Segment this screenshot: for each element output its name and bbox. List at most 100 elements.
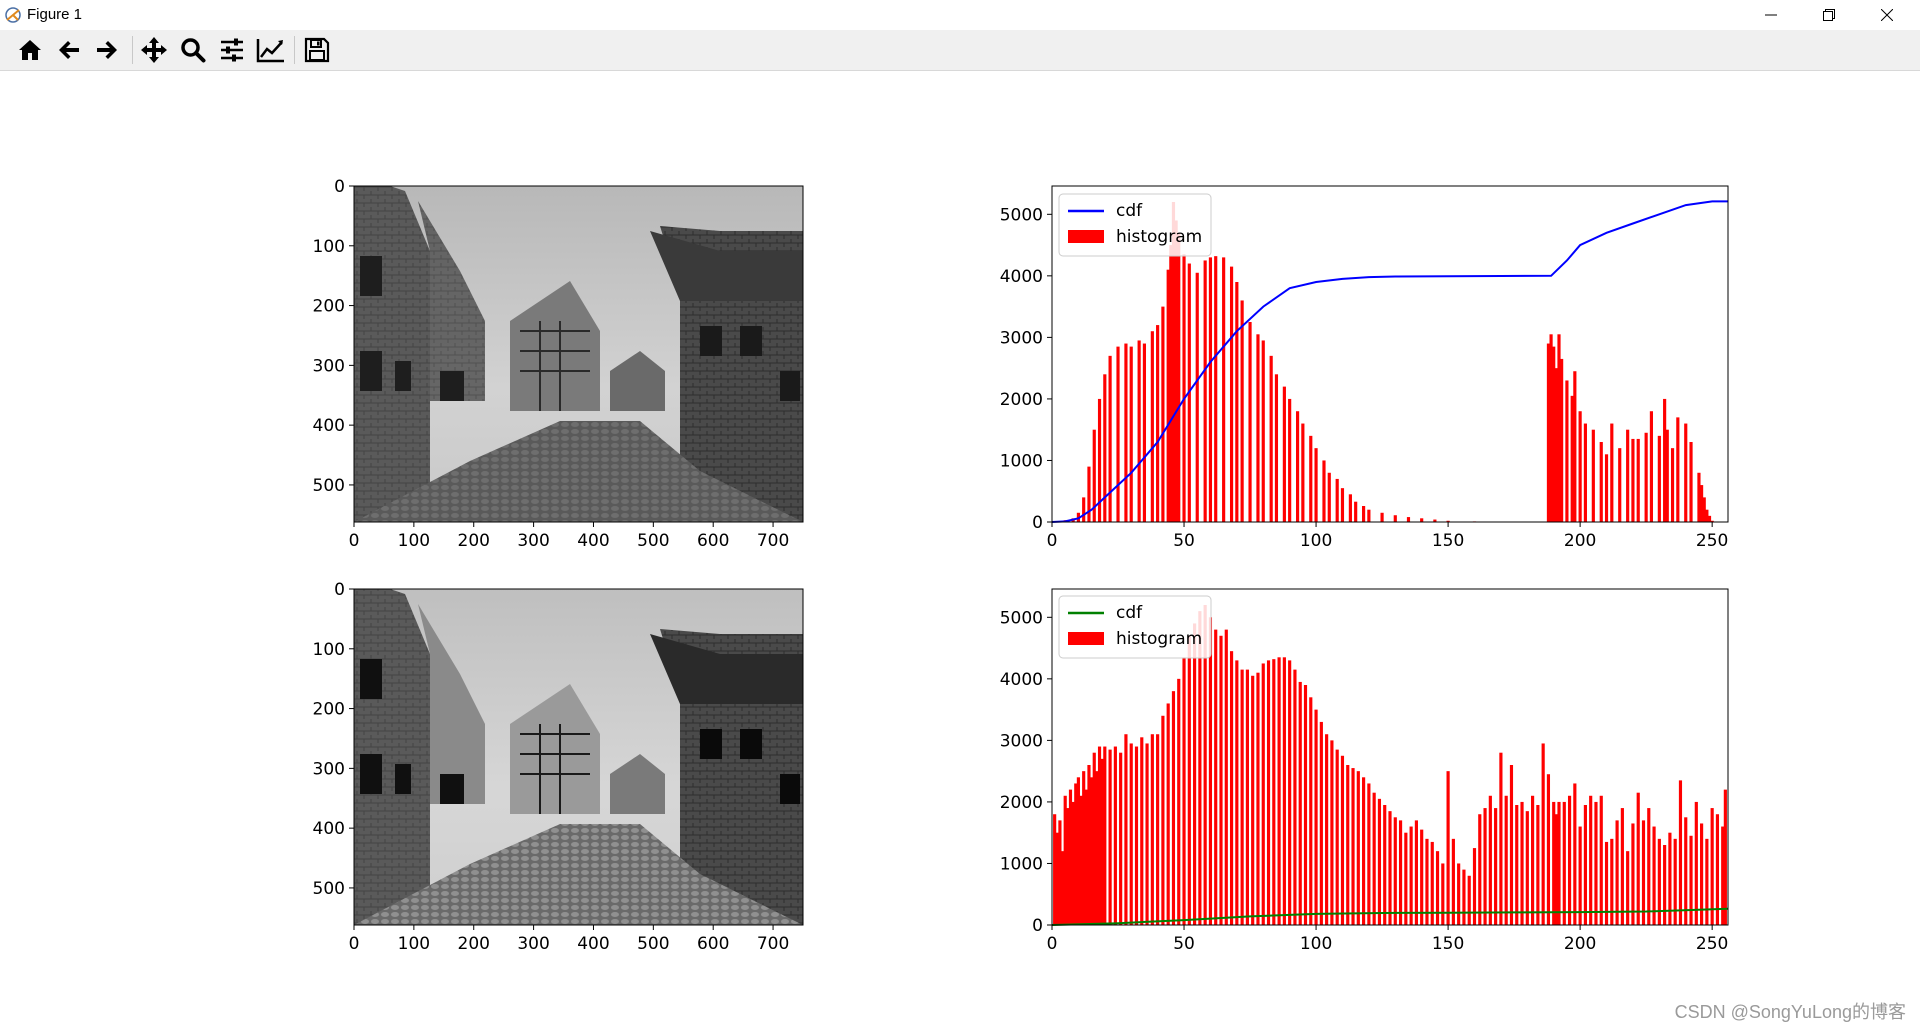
navigation-toolbar bbox=[0, 30, 1920, 71]
histogram-bar bbox=[1520, 801, 1524, 925]
subplots-config-button[interactable] bbox=[216, 34, 248, 66]
histogram-bar bbox=[1145, 743, 1149, 925]
histogram-bar bbox=[1636, 438, 1640, 522]
histogram-bar bbox=[1161, 306, 1165, 522]
histogram-bar bbox=[1214, 256, 1218, 522]
histogram-bar bbox=[1591, 429, 1595, 522]
histogram-bar bbox=[1488, 795, 1492, 925]
back-arrow-icon bbox=[59, 41, 79, 59]
y-tick-label: 300 bbox=[313, 759, 345, 779]
y-tick-label: 500 bbox=[313, 476, 345, 496]
histogram-bar bbox=[1367, 509, 1371, 522]
image-equalized bbox=[354, 589, 803, 925]
subplot-equalized-histogram: 0 50 100 150 200 250 0 1000 2000 3000 4000 5000 cd… bbox=[1000, 588, 1729, 954]
zoom-button[interactable] bbox=[177, 34, 209, 66]
x-tick-label: 200 bbox=[458, 934, 490, 954]
toolbar-separator bbox=[294, 36, 295, 64]
histogram-bar bbox=[1251, 675, 1255, 925]
x-tick-label: 300 bbox=[517, 934, 549, 954]
restore-button[interactable] bbox=[1800, 0, 1858, 30]
histogram-bar bbox=[1103, 746, 1107, 925]
histogram-bar bbox=[1142, 343, 1147, 522]
close-button[interactable] bbox=[1858, 0, 1916, 30]
save-button[interactable] bbox=[301, 34, 333, 66]
histogram-bar bbox=[1150, 331, 1154, 522]
subplots-config-icon bbox=[221, 38, 243, 62]
histogram-bar bbox=[1171, 691, 1176, 925]
histogram-bar bbox=[1562, 801, 1566, 925]
histogram-bar bbox=[1309, 435, 1313, 522]
y-axis-equalized-image: 0 100 200 300 400 500 bbox=[313, 580, 354, 899]
restore-icon bbox=[1823, 9, 1835, 21]
histogram-bar bbox=[1414, 820, 1418, 925]
x-tick-label: 150 bbox=[1432, 934, 1464, 954]
histogram-bar bbox=[1615, 820, 1619, 925]
histogram-bar bbox=[1604, 454, 1609, 522]
y-tick-label: 0 bbox=[334, 580, 345, 600]
histogram-bar bbox=[1309, 697, 1313, 925]
pan-button[interactable] bbox=[138, 34, 170, 66]
histogram-bar bbox=[1665, 429, 1669, 522]
histogram-bar bbox=[1710, 808, 1714, 925]
histogram-bar bbox=[1409, 826, 1413, 925]
histogram-bar bbox=[1298, 681, 1302, 925]
histogram-bar bbox=[1187, 635, 1191, 925]
histogram-bar bbox=[1327, 472, 1331, 522]
x-tick-label: 0 bbox=[1047, 934, 1058, 954]
histogram-bar bbox=[1441, 863, 1445, 925]
histogram-bar bbox=[1116, 346, 1120, 522]
histogram-bar bbox=[1705, 838, 1709, 925]
histogram-bar bbox=[1573, 371, 1577, 522]
home-button[interactable] bbox=[14, 34, 46, 66]
histogram-bar bbox=[1235, 660, 1239, 925]
x-tick-label: 200 bbox=[458, 531, 490, 551]
y-tick-label: 4000 bbox=[1000, 670, 1043, 690]
histogram-bar bbox=[1404, 832, 1408, 925]
forward-arrow-icon bbox=[97, 41, 117, 59]
minimize-button[interactable] bbox=[1742, 0, 1800, 30]
histogram-bar bbox=[1224, 629, 1228, 925]
histogram-bar bbox=[1203, 260, 1207, 522]
histogram-bar bbox=[1567, 795, 1572, 925]
y-tick-label: 400 bbox=[313, 416, 345, 436]
histogram-bar bbox=[1182, 657, 1186, 925]
legend-original: cdf histogram bbox=[1058, 193, 1212, 257]
edit-axes-button[interactable] bbox=[255, 34, 287, 66]
histogram-bar bbox=[1565, 380, 1569, 522]
legend-cdf-label: cdf bbox=[1116, 603, 1143, 623]
histogram-bar bbox=[1478, 814, 1482, 925]
y-tick-label: 0 bbox=[1032, 916, 1043, 936]
histogram-bar bbox=[1229, 266, 1234, 522]
histogram-bar bbox=[1573, 783, 1577, 925]
y-tick-label: 0 bbox=[1032, 513, 1043, 533]
histogram-bar bbox=[1723, 789, 1727, 925]
histogram-bar bbox=[1462, 869, 1466, 925]
histogram-bar bbox=[1108, 749, 1112, 925]
histogram-bar bbox=[1594, 801, 1598, 925]
histogram-bar bbox=[1684, 423, 1688, 522]
histogram-bar bbox=[1245, 669, 1249, 925]
forward-button[interactable] bbox=[91, 34, 123, 66]
histogram-bar bbox=[1314, 448, 1318, 522]
back-button[interactable] bbox=[53, 34, 85, 66]
pan-icon bbox=[141, 37, 167, 63]
histogram-bar bbox=[1435, 851, 1440, 925]
histogram-bar bbox=[1372, 792, 1376, 925]
histogram-bar bbox=[1684, 817, 1688, 925]
legend-histogram-label: histogram bbox=[1116, 629, 1202, 649]
x-tick-label: 400 bbox=[577, 531, 609, 551]
histogram-bar bbox=[1129, 743, 1133, 925]
x-tick-label: 100 bbox=[398, 531, 430, 551]
x-tick-label: 300 bbox=[517, 531, 549, 551]
histogram-bar bbox=[1670, 448, 1675, 522]
histogram-bar bbox=[1383, 805, 1387, 925]
histogram-bar bbox=[1208, 257, 1213, 522]
histogram-bar bbox=[1288, 398, 1292, 522]
histogram-bar bbox=[1362, 777, 1366, 925]
histogram-bar bbox=[1578, 826, 1582, 925]
y-tick-label: 5000 bbox=[1000, 205, 1043, 225]
watermark: CSDN @SongYuLong的博客 bbox=[1674, 1002, 1906, 1022]
histogram-bar bbox=[1620, 808, 1624, 925]
histogram-bar bbox=[1380, 512, 1384, 522]
image-original bbox=[354, 186, 803, 522]
